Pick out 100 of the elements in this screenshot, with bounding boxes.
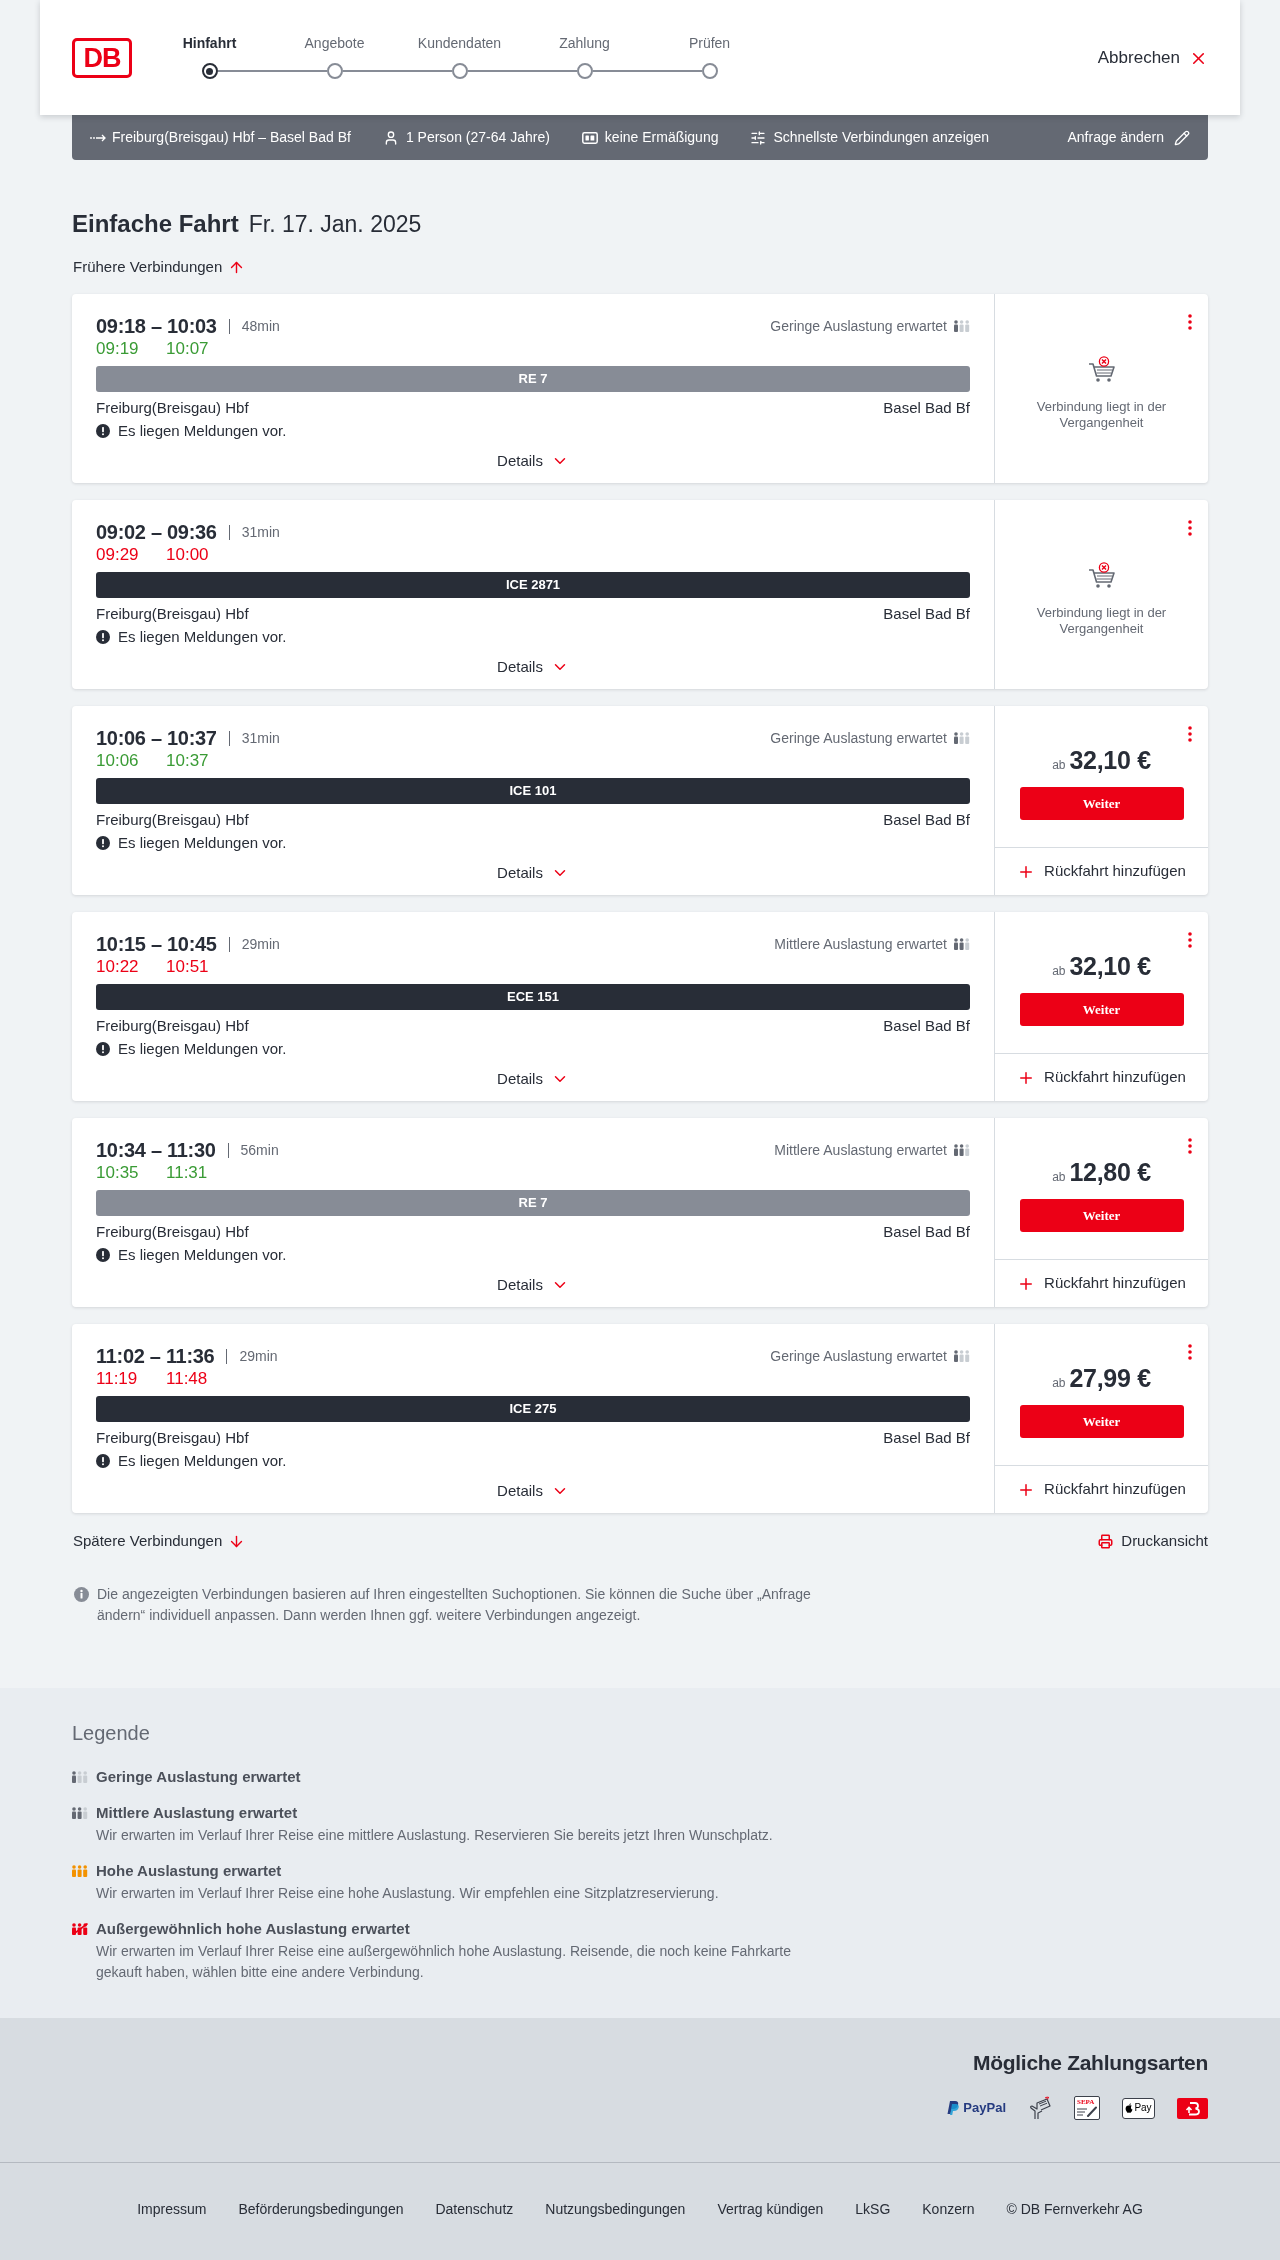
footer-link[interactable]: LkSG xyxy=(855,2199,891,2219)
step-label: Prüfen xyxy=(688,34,731,53)
message-text: Es liegen Meldungen vor. xyxy=(118,1244,287,1265)
step-label: Hinfahrt xyxy=(182,34,237,53)
realtime-arrival: 10:00 xyxy=(166,544,209,567)
realtime-arrival: 11:31 xyxy=(166,1162,208,1185)
hand-card-icon xyxy=(1028,2096,1052,2120)
pencil-icon[interactable] xyxy=(1174,129,1190,146)
footer-link[interactable]: Vertrag kündigen xyxy=(717,2199,824,2219)
more-vertical-icon[interactable] xyxy=(1188,932,1192,948)
more-vertical-icon[interactable] xyxy=(1188,314,1192,330)
price-text: 32,10 € xyxy=(1069,745,1151,775)
add-return-trip-button[interactable]: Rückfahrt hinzufügen xyxy=(995,1259,1208,1307)
realtime-departure: 11:19 xyxy=(96,1368,139,1391)
continue-button[interactable]: Weiter xyxy=(1019,1405,1184,1438)
legend-item-text: Wir erwarten im Verlauf Ihrer Reise eine außergewöhnlich hohe Auslastung. Reisende, die noch keine Fahrkarte gekauft haben, wählen bitte eine andere Verbindung. xyxy=(96,1942,792,1982)
details-button[interactable]: Details xyxy=(497,861,569,885)
legend-title: Legende xyxy=(72,1721,151,1746)
more-vertical-icon[interactable] xyxy=(1188,520,1192,536)
alert-icon xyxy=(96,836,110,850)
add-return-trip-button[interactable]: Rückfahrt hinzufügen xyxy=(995,1053,1208,1101)
details-button[interactable]: Details xyxy=(497,449,569,473)
discount-text: keine Ermäßigung xyxy=(604,128,719,147)
realtime-departure: 09:19 xyxy=(96,338,140,361)
cart-cross-icon xyxy=(1087,562,1116,589)
train-bar: ICE 101 xyxy=(96,778,970,804)
arrival-station: Basel Bad Bf xyxy=(883,603,970,624)
filter-text: Schnellste Verbindungen anzeigen xyxy=(773,128,990,147)
pen-lines-icon xyxy=(1077,2106,1097,2117)
departure-arrival-times: 10:34 – 11:30 xyxy=(96,1138,216,1163)
more-vertical-icon[interactable] xyxy=(1188,726,1192,742)
occupancy-text: Mittlere Auslastung erwartet xyxy=(774,934,947,954)
details-button[interactable]: Details xyxy=(497,1479,569,1503)
realtime-arrival: 10:07 xyxy=(166,338,209,361)
departure-station: Freiburg(Breisgau) Hbf xyxy=(96,809,249,830)
cancel-button[interactable]: Abbrechen xyxy=(1097,46,1208,70)
price-text: 32,10 € xyxy=(1069,951,1151,981)
departure-arrival-times: 11:02 – 11:36 xyxy=(96,1344,215,1369)
message-text: Es liegen Meldungen vor. xyxy=(118,1450,287,1471)
legend-item-title: Geringe Auslastung erwartet xyxy=(96,1767,301,1787)
trip-date: Fr. 17. Jan. 2025 xyxy=(248,209,422,239)
footer-link[interactable]: Nutzungsbedingungen xyxy=(545,2199,686,2219)
printer-icon[interactable] xyxy=(1098,1533,1114,1549)
footer-link[interactable]: Beförderungsbedingungen xyxy=(238,2199,404,2219)
details-button[interactable]: Details xyxy=(497,655,569,679)
later-connections-link[interactable]: Spätere Verbindungen xyxy=(73,1529,246,1553)
price-text: 27,99 € xyxy=(1069,1363,1151,1393)
message-text: Es liegen Meldungen vor. xyxy=(118,1038,287,1059)
departure-station: Freiburg(Breisgau) Hbf xyxy=(96,603,249,624)
pay-text: Pay xyxy=(1134,2102,1152,2114)
filter-sliders-icon xyxy=(750,129,767,146)
legend-item-text: Wir erwarten im Verlauf Ihrer Reise eine hohe Auslastung. Wir empfehlen eine Sitzplatzreservierung. xyxy=(96,1884,720,1903)
print-view-link[interactable]: Druckansicht xyxy=(1098,1529,1208,1553)
details-button[interactable]: Details xyxy=(497,1273,569,1297)
edit-request-button[interactable]: Anfrage ändern xyxy=(1067,127,1190,148)
discount-card-icon xyxy=(581,131,598,144)
past-connection-notice: Verbindung liegt in der Vergangenheit xyxy=(1035,605,1168,637)
continue-button[interactable]: Weiter xyxy=(1019,787,1184,820)
alert-icon xyxy=(96,1454,110,1468)
occupancy-text: Geringe Auslastung erwartet xyxy=(770,316,947,336)
copyright-text: © DB Fernverkehr AG xyxy=(1006,2200,1143,2219)
trip-type-heading: Einfache Fahrt xyxy=(72,209,239,239)
add-return-trip-button[interactable]: Rückfahrt hinzufügen xyxy=(995,1465,1208,1513)
realtime-departure: 09:29 xyxy=(96,544,140,567)
arrival-station: Basel Bad Bf xyxy=(883,809,970,830)
train-bar: RE 7 xyxy=(96,366,970,392)
departure-arrival-times: 09:02 – 09:36 xyxy=(96,520,217,545)
message-text: Es liegen Meldungen vor. xyxy=(118,420,287,441)
info-icon xyxy=(74,1587,89,1602)
route-text: Freiburg(Breisgau) Hbf – Basel Bad Bf xyxy=(112,128,351,147)
arrival-station: Basel Bad Bf xyxy=(883,1015,970,1036)
departure-arrival-times: 09:18 – 10:03 xyxy=(96,314,217,339)
departure-arrival-times: 10:15 – 10:45 xyxy=(96,932,217,957)
duration-text: 29min xyxy=(241,934,280,954)
duration-text: 48min xyxy=(241,316,280,336)
details-button[interactable]: Details xyxy=(497,1067,569,1091)
departure-arrival-times: 10:06 – 10:37 xyxy=(96,726,217,751)
payment-title: Mögliche Zahlungsarten xyxy=(973,2050,1208,2076)
footer-link[interactable]: Datenschutz xyxy=(435,2199,514,2219)
message-text: Es liegen Meldungen vor. xyxy=(118,832,287,853)
earlier-connections-link[interactable]: Frühere Verbindungen xyxy=(73,255,246,279)
arrival-station: Basel Bad Bf xyxy=(883,1221,970,1242)
continue-button[interactable]: Weiter xyxy=(1019,1199,1184,1232)
apple-icon xyxy=(1125,2103,1134,2113)
price-prefix: ab xyxy=(1052,757,1066,774)
step-label: Angebote xyxy=(304,34,365,53)
duration-text: 29min xyxy=(239,1346,278,1366)
realtime-arrival: 10:37 xyxy=(166,750,209,773)
occupancy-text: Mittlere Auslastung erwartet xyxy=(774,1140,947,1160)
paypal-mark-icon xyxy=(947,2101,960,2115)
add-return-trip-button[interactable]: Rückfahrt hinzufügen xyxy=(995,847,1208,895)
footer-link[interactable]: Impressum xyxy=(137,2199,207,2219)
more-vertical-icon[interactable] xyxy=(1188,1138,1192,1154)
footer-link[interactable]: Konzern xyxy=(922,2199,975,2219)
train-bar: ICE 2871 xyxy=(96,572,970,598)
occupancy-text: Geringe Auslastung erwartet xyxy=(770,1346,947,1366)
continue-button[interactable]: Weiter xyxy=(1019,993,1184,1026)
step-label: Kundendaten xyxy=(417,34,502,53)
more-vertical-icon[interactable] xyxy=(1188,1344,1192,1360)
db-logo[interactable]: DB xyxy=(72,38,132,78)
